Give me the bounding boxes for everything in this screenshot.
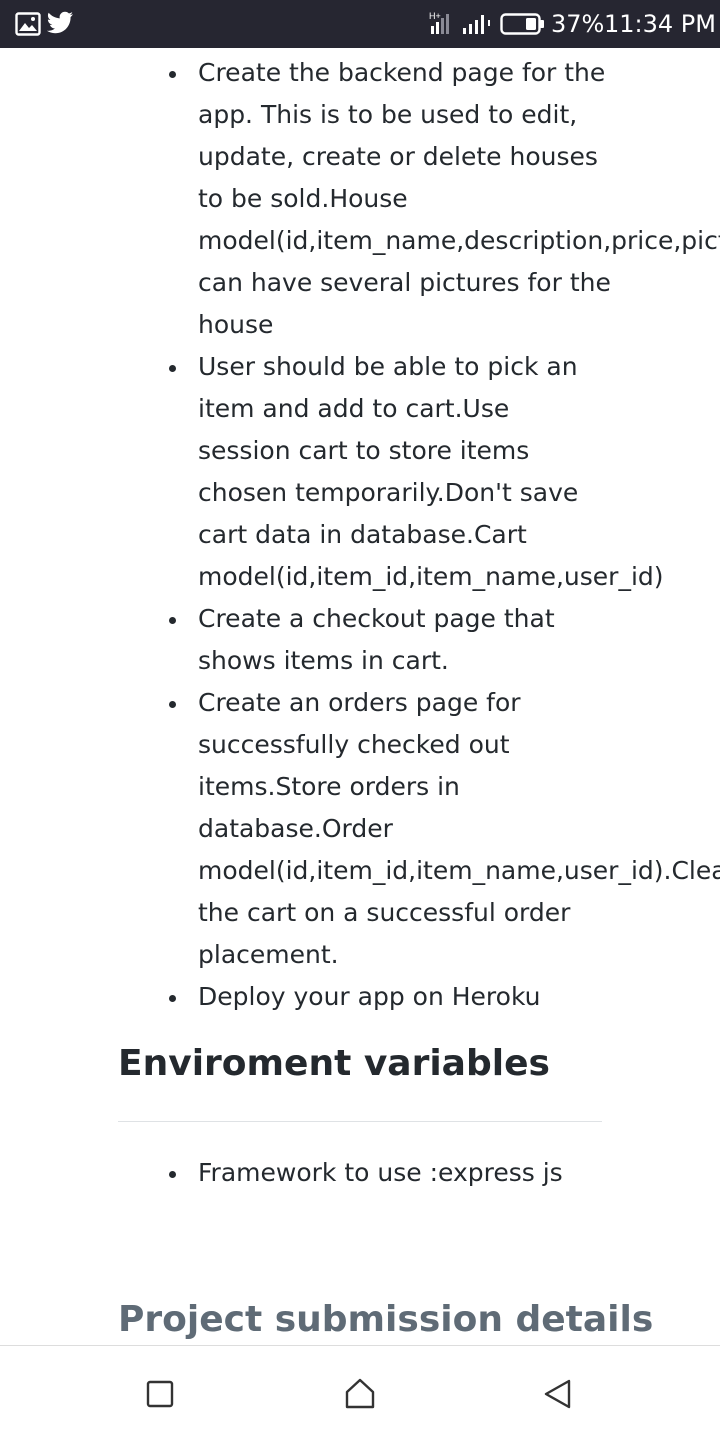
twitter-icon (46, 11, 73, 34)
list-item-text-line: cart data in database.Cart (198, 520, 527, 549)
environment-list: Framework to use :express js (0, 1152, 720, 1194)
list-item-text-line: model(id,item_id,item_name,user_id) (198, 562, 664, 591)
section-heading-project-submission: Project submission details (118, 1299, 654, 1340)
navigation-bar (0, 1345, 720, 1440)
battery-percentage: 37% (551, 10, 605, 38)
list-item-text-line: database.Order (198, 814, 393, 843)
page-content[interactable]: Create the backend page for the app. This… (0, 48, 720, 1345)
list-item-text-line: Create an orders page for (198, 688, 521, 717)
environment-list-item: Framework to use :express js (0, 1152, 720, 1194)
task-list-item: Create a checkout page that shows items i… (0, 598, 720, 682)
list-item-text-line: User should be able to pick an (198, 352, 578, 381)
list-item-text-line: can have several pictures for the (198, 268, 611, 297)
list-item-text-line: app. This is to be used to edit, (198, 100, 578, 129)
list-item-text-line: Create a checkout page that (198, 604, 555, 633)
list-item-text-line: session cart to store items (198, 436, 530, 465)
task-list-item: Create an orders page for successfully ch… (0, 682, 720, 976)
list-item-text-line: shows items in cart. (198, 646, 449, 675)
task-list-item: Create the backend page for the app. This… (0, 52, 720, 346)
task-list-item: Deploy your app on Heroku (0, 976, 720, 1018)
status-bar: H+ 37% 11:34 PM (0, 0, 720, 48)
clock: 11:34 PM (604, 10, 716, 38)
task-list: Create the backend page for the app. This… (0, 52, 720, 1018)
list-item-text-line: Framework to use :express js (198, 1158, 563, 1187)
list-item-text-line: placement. (198, 940, 339, 969)
svg-text:H+: H+ (429, 11, 441, 21)
list-item-text-line: model(id,item_name,description,price,pic… (198, 226, 720, 255)
list-item-text-line: successfully checked out (198, 730, 510, 759)
list-item-text-line: house (198, 310, 274, 339)
list-item-text-line: update, create or delete houses (198, 142, 598, 171)
phone-screen: H+ 37% 11:34 PM Create the backend page … (0, 0, 720, 1440)
back-icon[interactable] (538, 1374, 578, 1414)
section-heading-environment-variables: Enviroment variables (118, 1043, 550, 1084)
list-item-text-line: Deploy your app on Heroku (198, 982, 541, 1011)
signal-icon: H+ (429, 11, 490, 34)
list-item-text-line: items.Store orders in (198, 772, 460, 801)
list-item-text-line: the cart on a successful order (198, 898, 571, 927)
list-item-text-line: item and add to cart.Use (198, 394, 510, 423)
list-item-text-line: to be sold.House (198, 184, 408, 213)
list-item-text-line: chosen temporarily.Don't save (198, 478, 579, 507)
recent-apps-icon[interactable] (140, 1374, 180, 1414)
battery-icon (500, 13, 544, 35)
heading-divider (118, 1121, 602, 1122)
list-item-text-line: model(id,item_id,item_name,user_id).Clea… (198, 856, 720, 885)
gallery-icon (15, 12, 41, 36)
task-list-item: User should be able to pick an item and a… (0, 346, 720, 598)
list-item-text-line: Create the backend page for the (198, 58, 606, 87)
home-icon[interactable] (340, 1374, 380, 1414)
